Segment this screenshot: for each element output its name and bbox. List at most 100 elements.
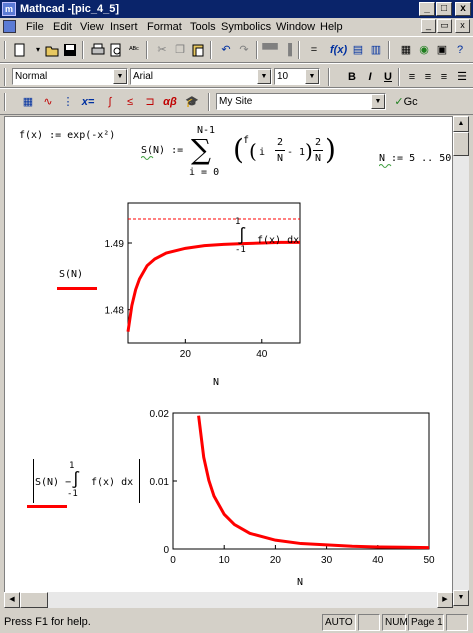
- undo-icon[interactable]: ↶: [218, 42, 234, 58]
- style-select[interactable]: Normal ▼: [12, 68, 128, 85]
- cut-icon[interactable]: ✂: [154, 42, 170, 58]
- plot1-y-tick-label: 1.48: [105, 306, 125, 317]
- save-icon[interactable]: [62, 42, 78, 58]
- plot1-integral-label: f(x) dx: [257, 235, 300, 246]
- redo-icon[interactable]: ↷: [236, 42, 252, 58]
- plot1-x-label: N: [213, 377, 220, 388]
- plot2-x-label: N: [297, 577, 304, 588]
- chevron-down-icon[interactable]: ▼: [113, 69, 127, 84]
- align-down-icon[interactable]: ▐: [280, 42, 296, 58]
- location-select[interactable]: My Site ▼: [216, 93, 386, 110]
- status-message: Press F1 for help.: [4, 616, 91, 628]
- menu-tools[interactable]: Tools: [190, 21, 216, 33]
- location-value: My Site: [219, 96, 253, 107]
- evaluation-palette-icon[interactable]: x=: [80, 94, 96, 110]
- calculus-palette-icon[interactable]: ∫: [102, 94, 118, 110]
- insert-unit-icon[interactable]: ▤: [350, 42, 366, 58]
- minimize-button[interactable]: _: [419, 2, 435, 16]
- doc-restore-button[interactable]: ▭: [437, 19, 452, 33]
- scroll-down-icon[interactable]: ▼: [453, 590, 469, 606]
- menu-file[interactable]: File: [26, 21, 44, 33]
- math-toolbar: ▦ ∿ ⋮ x= ∫ ≤ ⊐ αβ 🎓 My Site ▼ ✓Gc: [0, 88, 473, 115]
- align-across-icon[interactable]: ▀▀: [262, 42, 278, 58]
- chevron-down-icon[interactable]: ▼: [371, 94, 385, 109]
- horizontal-scrollbar[interactable]: ◀ ▶: [4, 592, 453, 608]
- graph-palette-icon[interactable]: ∿: [40, 94, 56, 110]
- hscroll-thumb[interactable]: [20, 592, 48, 608]
- format-toolbar: Normal ▼ Arial ▼ 10 ▼ B I U ≡ ≡ ≡ ☰: [0, 63, 473, 88]
- menu-symbolics[interactable]: Symbolics: [221, 21, 271, 33]
- print-preview-icon[interactable]: [108, 42, 124, 58]
- font-value: Arial: [133, 71, 154, 82]
- document-icon[interactable]: [3, 20, 16, 33]
- chevron-down-icon[interactable]: ▼: [305, 69, 319, 84]
- font-size-value: 10: [277, 71, 289, 82]
- scroll-left-icon[interactable]: ◀: [4, 592, 20, 608]
- mathcad-app-icon[interactable]: m: [2, 2, 16, 16]
- bold-button[interactable]: B: [344, 69, 360, 85]
- plot2-y-tick-label: 0.01: [150, 477, 170, 488]
- go-button[interactable]: ✓Gc: [392, 94, 420, 110]
- plot1-y-tick-label: 1.49: [105, 239, 125, 250]
- plot2-frame: [172, 412, 430, 550]
- web-icon[interactable]: ◉: [416, 42, 432, 58]
- plot1-x-tick-label: 40: [256, 349, 268, 360]
- plot2-x-tick-label: 0: [170, 555, 176, 566]
- menu-edit[interactable]: Edit: [53, 21, 72, 33]
- zoom-icon[interactable]: ▣: [434, 42, 450, 58]
- align-left-icon[interactable]: ≡: [404, 69, 420, 85]
- doc-minimize-button[interactable]: _: [421, 19, 436, 33]
- scroll-right-icon[interactable]: ▶: [437, 592, 453, 608]
- status-page: Page 1: [408, 614, 444, 631]
- resource-center-icon[interactable]: ▦: [398, 42, 414, 58]
- bullets-icon[interactable]: ☰: [454, 69, 470, 85]
- vertical-scrollbar[interactable]: ▲ ▼: [453, 116, 469, 606]
- plot1-canvas: 1.49 1.48 20 40: [105, 202, 301, 360]
- menu-view[interactable]: View: [80, 21, 104, 33]
- help-icon[interactable]: ?: [452, 42, 468, 58]
- plot2-x-tick-label: 30: [321, 555, 333, 566]
- insert-function-icon[interactable]: f(x): [330, 42, 347, 58]
- print-icon[interactable]: [90, 42, 106, 58]
- scroll-thumb[interactable]: [453, 132, 469, 156]
- boolean-palette-icon[interactable]: ≤: [122, 94, 138, 110]
- integral-icon: ∫: [237, 226, 247, 245]
- menu-window[interactable]: Window: [276, 21, 315, 33]
- plot2-x-tick-label: 50: [423, 555, 435, 566]
- copy-icon[interactable]: ❐: [172, 42, 188, 58]
- greek-palette-icon[interactable]: αβ: [162, 94, 178, 110]
- symbolic-palette-icon[interactable]: 🎓: [184, 94, 200, 110]
- menu-bar: File Edit View Insert Format Tools Symbo…: [0, 18, 473, 36]
- go-label: Gc: [403, 96, 418, 108]
- worksheet[interactable]: f(x) := exp(-x²) S(N) := N-1 ∑ i = 0 ( f…: [4, 116, 453, 606]
- maximize-button[interactable]: □: [436, 2, 452, 16]
- align-center-icon[interactable]: ≡: [420, 69, 436, 85]
- chevron-down-icon[interactable]: ▼: [257, 69, 271, 84]
- standard-toolbar: ▾ ᴬᴮᶜ ✂ ❐ ↶ ↷ ▀▀ ▐ = f(x) ▤ ▥ ▦ ◉ ▣ ?: [0, 36, 473, 63]
- programming-palette-icon[interactable]: ⊐: [142, 94, 158, 110]
- open-icon[interactable]: [44, 42, 60, 58]
- matrix-palette-icon[interactable]: ⋮: [60, 94, 76, 110]
- doc-close-button[interactable]: x: [455, 19, 470, 33]
- new-icon[interactable]: [12, 42, 28, 58]
- menu-help[interactable]: Help: [320, 21, 343, 33]
- paste-icon[interactable]: [190, 42, 206, 58]
- status-bar: Press F1 for help. AUTO NUM Page 1: [0, 612, 473, 633]
- close-button[interactable]: x: [455, 2, 471, 16]
- font-size-select[interactable]: 10 ▼: [274, 68, 320, 85]
- underline-button[interactable]: U: [380, 69, 396, 85]
- calculator-palette-icon[interactable]: ▦: [20, 94, 36, 110]
- mathcad-window: m Mathcad -[pic_4_5] _ □ x File Edit Vie…: [0, 0, 473, 633]
- scroll-up-icon[interactable]: ▲: [453, 116, 469, 132]
- insert-hyperlink-icon[interactable]: ▥: [368, 42, 384, 58]
- plot2-y-tick-label: 0: [163, 545, 169, 556]
- italic-button[interactable]: I: [362, 69, 378, 85]
- font-select[interactable]: Arial ▼: [130, 68, 272, 85]
- spell-check-icon[interactable]: ᴬᴮᶜ: [126, 42, 142, 58]
- align-right-icon[interactable]: ≡: [436, 69, 452, 85]
- menu-insert[interactable]: Insert: [110, 21, 138, 33]
- menu-format[interactable]: Format: [147, 21, 182, 33]
- plot1-x-tick-label: 20: [180, 349, 192, 360]
- status-resize-grip: [446, 614, 468, 631]
- calculate-icon[interactable]: =: [306, 42, 322, 58]
